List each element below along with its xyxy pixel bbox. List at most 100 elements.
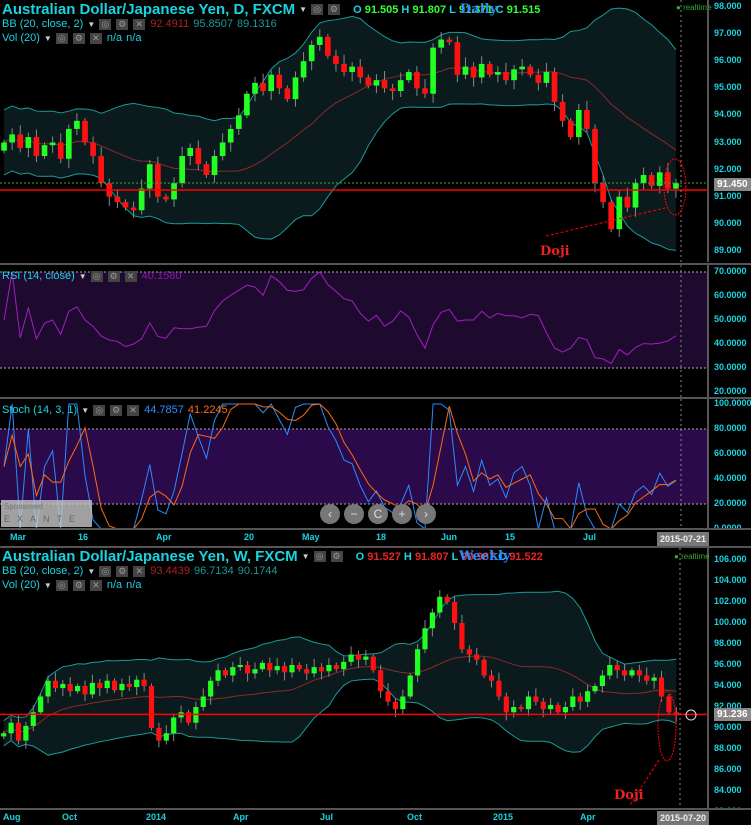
y-axis-tick-label: 91.000 [714,190,742,201]
close-value: 91.522 [509,550,543,563]
rsi-plot[interactable] [0,265,751,399]
gear-icon[interactable]: ⚙ [328,4,341,15]
weekly-chart-panel[interactable]: Australian Dollar/Japanese Yen, W, FXCM ▼… [0,546,751,816]
dropdown-arrow-icon[interactable]: ▼ [44,34,52,43]
daily-candle [365,77,372,86]
dropdown-arrow-icon[interactable]: ▼ [44,581,52,590]
bb-label[interactable]: BB (20, close, 2) [2,18,83,30]
gear-icon[interactable]: ⚙ [116,18,129,30]
close-icon[interactable]: ✕ [124,270,137,282]
bb-upper-value: 96.7134 [194,565,234,577]
daily-candle [276,74,283,89]
gear-icon[interactable]: ⚙ [72,32,85,44]
daily-candle [130,207,137,211]
y-axis-tick-label: 50.0000 [714,314,747,324]
weekly-candle [533,696,539,702]
weekly-candle [259,662,265,670]
weekly-symbol-title[interactable]: Australian Dollar/Japanese Yen, W, FXCM [2,548,298,565]
dropdown-arrow-icon[interactable]: ▼ [87,567,95,576]
daily-candle [462,66,469,75]
gear-icon[interactable]: ⚙ [72,579,85,591]
bollinger-band-fill [4,8,676,251]
vol-label[interactable]: Vol (20) [2,32,40,44]
weekly-candle [459,623,465,650]
daily-candle [648,175,655,186]
eye-icon[interactable]: ◎ [313,551,326,562]
daily-candle [316,36,323,45]
weekly-candle [592,686,598,692]
weekly-candle [474,654,480,660]
weekly-candle [400,696,406,710]
eye-icon[interactable]: ◎ [311,4,324,15]
scroll-left-button[interactable]: ‹ [320,504,340,524]
gear-icon[interactable]: ⚙ [116,565,129,577]
eye-icon[interactable]: ◎ [90,270,103,282]
daily-candle [227,128,234,143]
x-axis-tick-label: Aug [3,812,21,822]
daily-symbol-title[interactable]: Australian Dollar/Japanese Yen, D, FXCM [2,1,295,18]
realtime-label: realtime [683,3,712,12]
close-icon[interactable]: ✕ [89,579,102,591]
eye-icon[interactable]: ◎ [55,579,68,591]
vol-label[interactable]: Vol (20) [2,579,40,591]
eye-icon[interactable]: ◎ [99,565,112,577]
weekly-candle [599,675,605,686]
y-axis-tick-label: 94.000 [714,680,742,690]
daily-candle [446,39,453,43]
y-axis-tick-label: 90.000 [714,722,742,732]
gear-icon[interactable]: ⚙ [110,404,123,416]
weekly-x-axis[interactable]: Aug Oct 2014 Apr Jul Oct 2015 Apr 2015-07-20 [0,808,751,825]
daily-candle [74,120,80,129]
weekly-candle [45,680,51,697]
rsi-panel[interactable]: RSI (14, close) ▼ ◎ ⚙ ✕ 40.1580 70.0000 60.0… [0,263,751,399]
close-icon[interactable]: ✕ [133,565,146,577]
dropdown-arrow-icon[interactable]: ▼ [299,5,307,14]
daily-chart-panel[interactable]: Australian Dollar/Japanese Yen, D, FXCM ▼… [0,0,751,262]
close-icon[interactable]: ✕ [133,18,146,30]
weekly-candle [629,670,635,676]
dropdown-arrow-icon[interactable]: ▼ [81,406,89,415]
eye-icon[interactable]: ◎ [99,18,112,30]
realtime-label: realtime [681,552,710,561]
doji-annotation: Doji [614,788,644,803]
bb-label[interactable]: BB (20, close, 2) [2,565,83,577]
daily-candle [430,47,436,94]
dropdown-arrow-icon[interactable]: ▼ [87,20,95,29]
x-axis-tick-label: 16 [78,532,89,542]
dropdown-arrow-icon[interactable]: ▼ [302,552,310,561]
weekly-candle [444,596,450,602]
daily-candle [397,80,404,92]
weekly-candle [237,665,243,668]
dropdown-arrow-icon[interactable]: ▼ [79,272,87,281]
close-icon[interactable]: ✕ [127,404,140,416]
chart-navigation: ‹ − C + › [320,504,436,524]
reset-button[interactable]: C [368,504,388,524]
rsi-label[interactable]: RSI (14, close) [2,270,75,282]
daily-candle [438,39,445,48]
stoch-legend: Stoch (14, 3, 1) ▼ ◎ ⚙ ✕ 44.7857 41.2245 [2,404,228,416]
gear-icon[interactable]: ⚙ [107,270,120,282]
scroll-right-button[interactable]: › [416,504,436,524]
x-axis-tick-label: May [302,532,320,542]
eye-icon[interactable]: ◎ [93,404,106,416]
daily-candle [656,172,663,186]
weekly-candle [407,675,413,697]
weekly-candle [488,675,495,681]
daily-x-axis[interactable]: Mar 16 Apr 20 May 18 Jun 15 Jul 2015-07-21 [0,528,751,546]
daily-candle [535,74,542,83]
daily-candle [608,202,615,230]
stoch-label[interactable]: Stoch (14, 3, 1) [2,404,77,416]
sponsor-ad[interactable]: Sponsored EXANTE [1,500,92,527]
close-icon[interactable]: ✕ [89,32,102,44]
weekly-candle [548,704,554,710]
gear-icon[interactable]: ⚙ [330,551,343,562]
weekly-candle [215,670,221,681]
daily-candle [203,164,210,176]
zoom-out-button[interactable]: − [344,504,364,524]
daily-candle [49,142,56,146]
eye-icon[interactable]: ◎ [55,32,68,44]
daily-candle [138,188,145,211]
zoom-in-button[interactable]: + [392,504,412,524]
daily-candle [567,120,574,138]
daily-candle [17,134,24,148]
